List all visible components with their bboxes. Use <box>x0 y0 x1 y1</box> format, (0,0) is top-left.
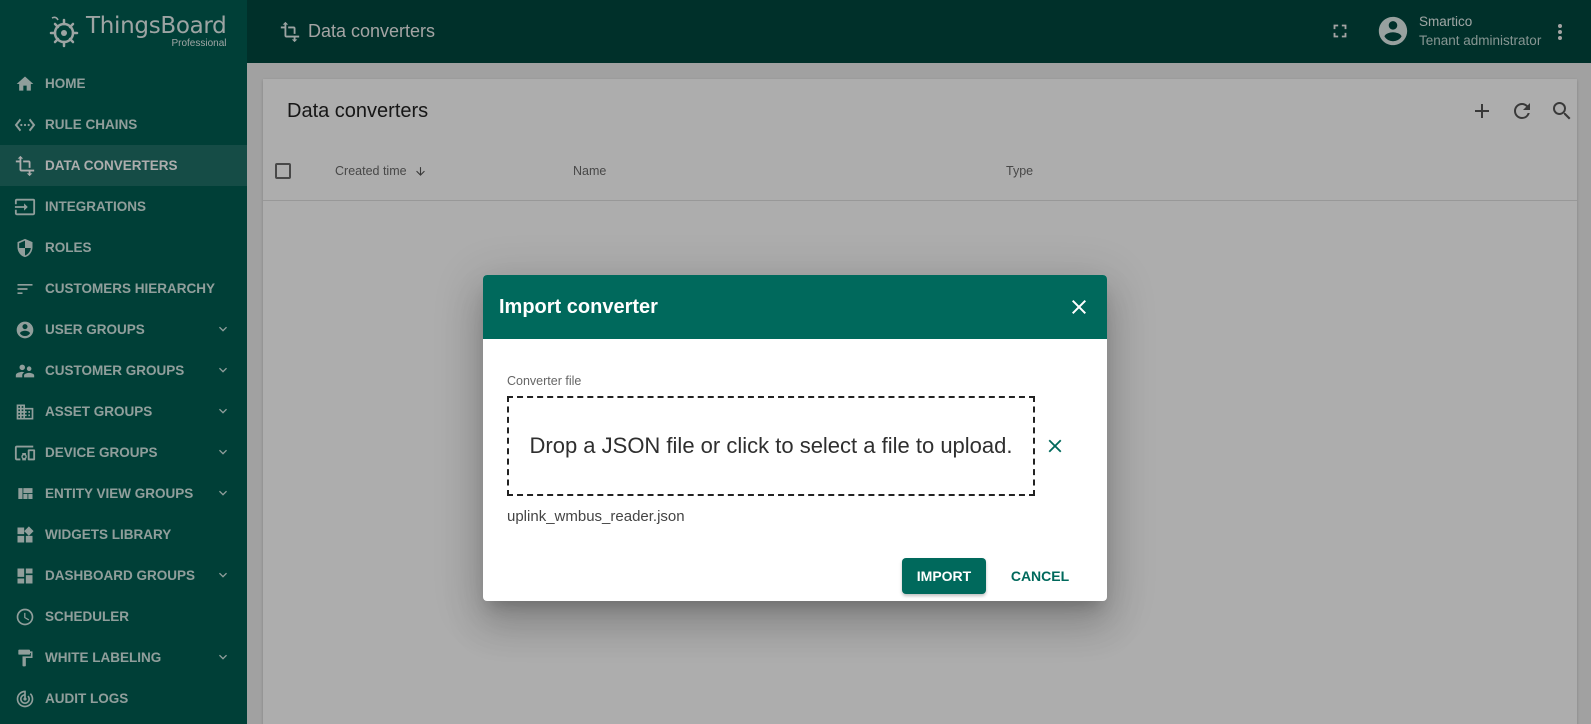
cancel-button[interactable]: CANCEL <box>998 558 1082 594</box>
file-dropzone[interactable]: Drop a JSON file or click to select a fi… <box>507 396 1035 496</box>
dialog-title: Import converter <box>499 295 658 318</box>
close-icon[interactable] <box>1067 295 1091 319</box>
import-converter-dialog: Import converter Converter file Drop a J… <box>483 275 1107 601</box>
converter-file-label: Converter file <box>507 374 582 388</box>
selected-file-name: uplink_wmbus_reader.json <box>507 508 685 525</box>
dropzone-text: Drop a JSON file or click to select a fi… <box>529 433 1013 458</box>
clear-file-icon[interactable] <box>1044 435 1066 457</box>
dialog-header: Import converter <box>483 275 1107 339</box>
import-button[interactable]: IMPORT <box>902 558 986 594</box>
